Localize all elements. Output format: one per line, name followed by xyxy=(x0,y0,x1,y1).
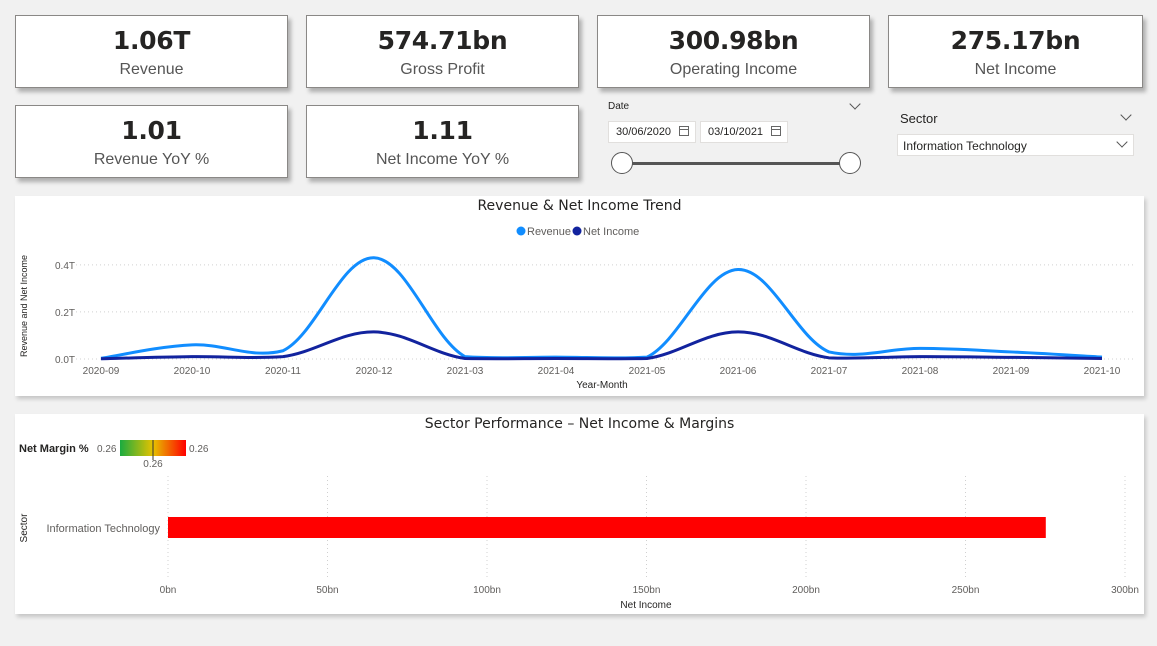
kpi-card-net-income-yoy: 1.11 Net Income YoY % xyxy=(306,105,579,178)
kpi-card-net-income: 275.17bn Net Income xyxy=(888,15,1143,88)
start-date-value: 30/06/2020 xyxy=(616,126,672,138)
sector-slicer: Sector Information Technology xyxy=(897,105,1137,160)
kpi-card-operating-income: 300.98bn Operating Income xyxy=(597,15,870,88)
legend-net-income-label: Net Income xyxy=(583,226,639,238)
sector-x-tick-label: 0bn xyxy=(160,585,177,596)
kpi-value: 1.06T xyxy=(112,26,191,55)
trend-y-axis-title: Revenue and Net Income xyxy=(19,255,29,357)
sector-x-tick-label: 100bn xyxy=(473,585,501,596)
trend-x-tick-label: 2020-12 xyxy=(356,366,393,377)
date-slider-track[interactable] xyxy=(622,162,850,165)
trend-x-axis-title: Year-Month xyxy=(576,380,627,391)
sector-chart-panel: Sector Performance – Net Income & Margin… xyxy=(15,414,1144,614)
date-slider-start-handle[interactable] xyxy=(611,152,633,174)
sector-x-axis-title: Net Income xyxy=(620,600,672,611)
trend-x-tick-label: 2021-10 xyxy=(1084,366,1121,377)
date-slicer-title: Date xyxy=(608,101,630,112)
trend-x-tick-label: 2021-09 xyxy=(993,366,1030,377)
trend-chart: Revenue Net Income 0.0T 0.2T 0.4T 2020-09 2… xyxy=(19,226,1135,391)
kpi-label: Net Income YoY % xyxy=(375,151,510,168)
trend-x-tick-label: 2021-08 xyxy=(902,366,939,377)
trend-chart-panel: Revenue & Net Income Trend Revenue Net I… xyxy=(15,196,1144,396)
kpi-value: 275.17bn xyxy=(950,26,1081,55)
legend-revenue-label: Revenue xyxy=(527,226,571,238)
sector-x-tick-label: 250bn xyxy=(952,585,980,596)
kpi-value: 300.98bn xyxy=(668,26,799,55)
trend-x-tick-label: 2021-07 xyxy=(811,366,848,377)
kpi-card-gross-profit: 574.71bn Gross Profit xyxy=(306,15,579,88)
trend-y-tick-label: 0.0T xyxy=(55,355,75,366)
sector-y-tick-label: Information Technology xyxy=(46,523,160,535)
chevron-down-icon[interactable] xyxy=(849,98,861,110)
legend-revenue-marker xyxy=(516,226,526,236)
trend-legend[interactable]: Revenue Net Income xyxy=(516,226,640,238)
chevron-down-icon[interactable] xyxy=(1120,109,1132,121)
calendar-icon[interactable] xyxy=(771,126,781,136)
trend-x-tick-label: 2021-03 xyxy=(447,366,484,377)
trend-x-tick-label: 2021-05 xyxy=(629,366,666,377)
trend-x-tick-label: 2020-11 xyxy=(265,366,301,377)
kpi-card-revenue-yoy: 1.01 Revenue YoY % xyxy=(15,105,288,178)
kpi-card-revenue: 1.06T Revenue xyxy=(15,15,288,88)
net-margin-legend-min: 0.26 xyxy=(97,444,117,455)
sector-x-tick-label: 150bn xyxy=(633,585,661,596)
sector-slicer-title: Sector xyxy=(900,111,938,126)
kpi-label: Revenue xyxy=(119,61,184,78)
sector-x-tick-label: 200bn xyxy=(792,585,820,596)
revenue-line[interactable] xyxy=(100,256,1103,360)
kpi-value: 1.01 xyxy=(121,116,182,145)
sector-x-tick-label: 300bn xyxy=(1111,585,1139,596)
trend-x-tick-label: 2020-09 xyxy=(83,366,120,377)
sector-x-tick-label: 50bn xyxy=(316,585,338,596)
end-date-value: 03/10/2021 xyxy=(708,126,764,138)
start-date-input[interactable]: 30/06/2020 xyxy=(608,121,696,143)
date-slicer: Date 30/06/2020 03/10/2021 xyxy=(604,97,866,182)
kpi-value: 1.11 xyxy=(412,116,473,145)
legend-net-income-marker xyxy=(572,226,582,236)
date-slider-end-handle[interactable] xyxy=(839,152,861,174)
kpi-label: Gross Profit xyxy=(400,61,485,78)
end-date-input[interactable]: 03/10/2021 xyxy=(700,121,788,143)
trend-x-tick-label: 2021-06 xyxy=(720,366,757,377)
calendar-icon[interactable] xyxy=(679,126,689,136)
trend-y-tick-label: 0.2T xyxy=(55,308,75,319)
kpi-label: Operating Income xyxy=(669,61,798,78)
net-margin-legend-max: 0.26 xyxy=(189,444,209,455)
kpi-label: Revenue YoY % xyxy=(93,151,210,168)
chevron-down-icon[interactable] xyxy=(1116,136,1128,148)
sector-dropdown[interactable]: Information Technology xyxy=(897,134,1134,156)
trend-x-tick-label: 2020-10 xyxy=(174,366,211,377)
sector-dropdown-value: Information Technology xyxy=(903,139,1027,153)
trend-x-tick-label: 2021-04 xyxy=(538,366,575,377)
net-margin-legend-title: Net Margin % xyxy=(19,443,89,455)
sector-y-axis-title: Sector xyxy=(19,513,30,543)
sector-bar[interactable] xyxy=(168,517,1046,538)
trend-y-tick-label: 0.4T xyxy=(55,261,75,272)
net-income-line[interactable] xyxy=(100,330,1103,361)
net-margin-legend-mid: 0.26 xyxy=(143,459,163,470)
sector-chart: Net Margin % 0.26 0.26 0.26 0bn 50bn 100bn… xyxy=(19,440,1139,611)
kpi-value: 574.71bn xyxy=(377,26,508,55)
kpi-label: Net Income xyxy=(974,61,1057,78)
net-margin-legend[interactable]: Net Margin % 0.26 0.26 0.26 xyxy=(19,440,209,470)
